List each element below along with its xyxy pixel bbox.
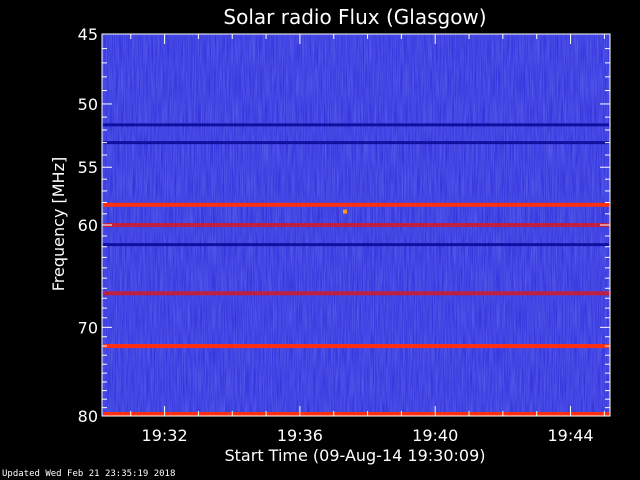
y-tick-label: 55	[78, 158, 98, 177]
y-tick-label: 80	[78, 407, 98, 426]
frequency-band	[103, 344, 609, 349]
spectrogram-chart: Solar radio Flux (Glasgow) Frequency [MH…	[49, 5, 611, 465]
x-tick-label: 19:40	[412, 426, 458, 445]
x-axis-label: Start Time (09-Aug-14 19:30:09)	[225, 446, 486, 465]
frequency-band	[103, 243, 609, 247]
y-axis-label: Frequency [MHz]	[49, 157, 68, 291]
frequency-band	[103, 223, 609, 227]
frequency-band	[103, 291, 609, 296]
x-tick-label: 19:32	[142, 426, 188, 445]
burst-event	[343, 209, 348, 214]
updated-timestamp: Updated Wed Feb 21 23:35:19 2018	[2, 469, 176, 479]
x-tick-label: 19:36	[277, 426, 323, 445]
burst-events	[343, 209, 348, 214]
frequency-band	[103, 202, 609, 207]
frequency-band	[103, 141, 609, 145]
chart-title: Solar radio Flux (Glasgow)	[223, 5, 486, 29]
frequency-band	[103, 123, 609, 127]
x-tick-label: 19:44	[547, 426, 593, 445]
y-tick-label: 70	[78, 318, 98, 337]
frequency-band	[103, 412, 609, 416]
plot-area	[101, 33, 611, 417]
y-tick-label: 45	[78, 25, 98, 44]
y-tick-label: 50	[78, 95, 98, 114]
y-tick-label: 60	[78, 216, 98, 235]
